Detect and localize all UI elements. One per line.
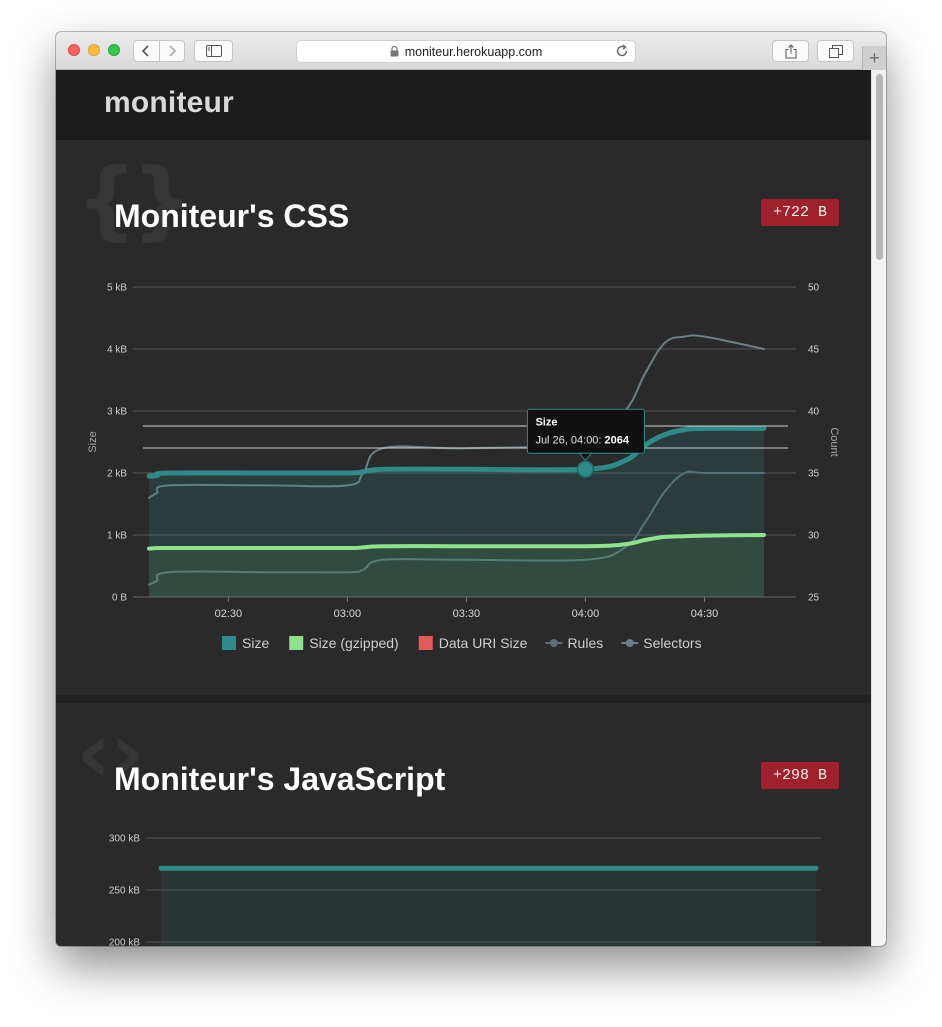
page-content: moniteur {} Moniteur's CSS +722 B 0 B1 k… [56,70,886,946]
legend-item[interactable]: Size (gzipped) [289,635,399,651]
legend-label: Size (gzipped) [309,635,399,651]
forward-button[interactable] [158,41,185,61]
y-tick-left: 200 kB [109,938,140,947]
y-tick-right: 30 [808,531,820,542]
y-tick-left: 1 kB [107,531,127,542]
y-tick-left: 2 kB [107,469,127,480]
x-tick-label: 03:30 [453,608,481,620]
css-size-chart[interactable]: 0 B 1 kB 2 kB 3 kB 4 kB 5 kB 25 30 35 40 45 50 02:30… [56,265,871,685]
y-axis-title-right: Count [828,427,840,456]
card-title: Moniteur's JavaScript [114,761,446,797]
card-title: Moniteur's CSS [114,198,350,234]
x-tick-label: 04:00 [572,608,600,620]
sidebar-icon [205,45,222,57]
close-window-button[interactable] [68,44,80,56]
y-axis-title-left: Size [87,431,99,452]
y-tick-left: 5 kB [107,283,127,294]
data-point-marker[interactable] [576,460,595,479]
browser-toolbar: moniteur.herokuapp.com + [56,32,886,70]
legend-item[interactable]: Data URI Size [418,635,528,651]
y-tick-right: 45 [808,345,820,356]
legend-swatch [418,636,433,650]
chevron-left-icon [142,45,149,57]
javascript-size-chart[interactable]: 200 kB 250 kB 300 kB [56,821,871,946]
legend-swatch-dot [625,639,634,647]
legend-swatch [222,636,236,650]
app-header: moniteur [56,70,871,140]
y-tick-right: 40 [808,407,820,418]
app-title[interactable]: moniteur [104,86,234,120]
legend-swatch-dot [549,639,558,647]
x-tick-label: 04:30 [691,608,719,620]
tooltip-value: 2064 [605,434,630,446]
x-tick-label: 03:00 [334,608,362,620]
y-tick-right: 50 [808,283,820,294]
legend-label: Rules [567,635,603,651]
new-tab-button[interactable]: + [862,46,886,70]
zoom-window-button[interactable] [108,44,120,56]
scrollbar-thumb[interactable] [876,74,883,260]
legend-label: Size [242,635,269,651]
tooltip-label: Jul 26, 04:00: 2064 [535,434,629,446]
share-icon [785,43,796,58]
legend-label: Selectors [643,635,701,651]
tooltip-title: Size [535,416,557,428]
page-scrollbar[interactable] [871,70,886,946]
minimize-window-button[interactable] [88,44,100,56]
y-tick-right: 35 [808,469,820,480]
y-tick-left: 3 kB [107,407,127,418]
legend-swatch [289,636,304,650]
share-button[interactable] [772,40,809,62]
y-tick-left: 250 kB [109,886,140,897]
plus-icon: + [869,48,880,68]
url-text: moniteur.herokuapp.com [404,44,543,59]
back-button[interactable] [134,41,159,61]
sidebar-toggle-button[interactable] [194,40,233,62]
size-diff-badge: +298 B [760,762,839,789]
card-separator [56,695,871,703]
tabs-icon [828,44,843,58]
legend-item[interactable]: Selectors [621,635,702,651]
chevron-right-icon [169,45,176,57]
x-tick-label: 02:30 [215,608,243,620]
legend-label: Data URI Size [439,635,528,651]
size-diff-badge: +722 B [760,199,839,226]
y-tick-left: 4 kB [107,345,127,356]
address-bar[interactable]: moniteur.herokuapp.com [296,40,636,63]
javascript-card: ‹› Moniteur's JavaScript +298 B 200 kB 25… [56,703,871,946]
css-card: {} Moniteur's CSS +722 B 0 B1 kB 2 kB 3 kB… [56,140,871,695]
y-tick-right: 25 [808,593,820,604]
tooltip-caret [578,452,593,462]
navigation-buttons [133,40,185,62]
legend-item[interactable]: Size [222,635,269,651]
browser-window: moniteur.herokuapp.com + moniteur {} Mon… [56,32,886,946]
y-tick-left: 0 B [112,593,127,604]
series-area [161,868,816,946]
y-tick-left: 300 kB [109,834,140,845]
chart-tooltip: Size Jul 26, 04:00: 2064 [526,408,645,462]
legend-item[interactable]: Rules [545,635,603,651]
reload-icon[interactable] [615,44,629,58]
show-tabs-button[interactable] [817,40,854,62]
lock-icon [390,46,399,57]
